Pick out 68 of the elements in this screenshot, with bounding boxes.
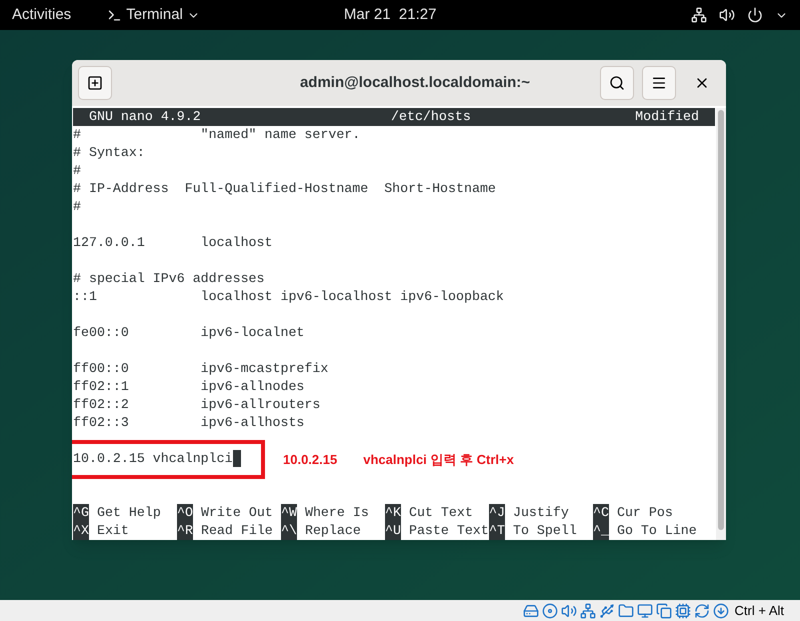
scrollbar[interactable] bbox=[716, 108, 726, 540]
shortcut-label: Exit bbox=[96, 522, 129, 540]
app-menu[interactable]: Terminal bbox=[126, 4, 183, 26]
plus-square-icon bbox=[87, 75, 103, 91]
nano-version: GNU nano 4.9.2 bbox=[89, 108, 202, 126]
annotation-text: vhcalnplci 입력 후 Ctrl+x bbox=[363, 451, 514, 469]
text-line: # special IPv6 addresses bbox=[73, 270, 265, 288]
circular-arrows-icon[interactable] bbox=[694, 602, 710, 618]
shortcut-label: Write Out bbox=[200, 504, 273, 522]
usb-icon[interactable] bbox=[598, 602, 614, 618]
menu-icon bbox=[651, 75, 667, 91]
chip-icon[interactable] bbox=[674, 602, 690, 618]
activities-button[interactable]: Activities bbox=[12, 4, 72, 26]
disc-icon[interactable] bbox=[542, 602, 558, 618]
shortcut-label: Cur Pos bbox=[616, 504, 673, 522]
text-cursor bbox=[232, 450, 241, 467]
folder-icon[interactable] bbox=[618, 602, 634, 618]
new-tab-button[interactable] bbox=[78, 66, 112, 100]
shortcut-key: ^O bbox=[177, 504, 193, 522]
text-line: 10.0.2.15 vhcalnplci bbox=[73, 450, 233, 468]
terminal-icon bbox=[107, 8, 122, 22]
annotation-text: 10.0.2.15 bbox=[283, 451, 338, 469]
text-line: ff00::0 ipv6-mcastprefix bbox=[73, 360, 328, 378]
text-line: ff02::2 ipv6-allrouters bbox=[73, 396, 320, 414]
shortcut-key: ^X bbox=[73, 522, 89, 540]
shortcut-key: ^C bbox=[593, 504, 609, 522]
clock[interactable]: Mar 21 21:27 bbox=[344, 4, 436, 26]
shortcut-label: Go To Line bbox=[616, 522, 697, 540]
shortcut-key: ^U bbox=[385, 522, 401, 540]
menu-button[interactable] bbox=[642, 66, 676, 100]
shortcut-key: ^_ bbox=[593, 522, 609, 540]
shortcut-label: Cut Text bbox=[408, 504, 473, 522]
window-title: admin@localhost.localdomain:~ bbox=[298, 72, 532, 93]
hard-drive-icon[interactable] bbox=[522, 602, 538, 618]
text-line: ff02::3 ipv6-allhosts bbox=[73, 414, 304, 432]
text-line: ff02::1 ipv6-allnodes bbox=[73, 378, 304, 396]
shortcut-label: Replace bbox=[304, 522, 361, 540]
shortcut-key: ^R bbox=[177, 522, 193, 540]
shortcut-label: Where Is bbox=[304, 504, 369, 522]
shortcut-key: ^T bbox=[489, 522, 505, 540]
text-line: # bbox=[73, 198, 81, 216]
shortcut-label: Justify bbox=[512, 504, 569, 522]
text-line: # bbox=[73, 162, 81, 180]
text-line: ::1 localhost ipv6-localhost ipv6-loopback bbox=[73, 288, 504, 306]
network-icon[interactable] bbox=[691, 7, 707, 23]
shortcut-label: Read File bbox=[200, 522, 273, 540]
shortcut-key: ^W bbox=[281, 504, 297, 522]
shortcut-label: Paste Text bbox=[408, 522, 489, 540]
text-line: # Syntax: bbox=[73, 144, 145, 162]
shortcut-key: ^K bbox=[385, 504, 401, 522]
text-line: # "named" name server. bbox=[73, 126, 360, 144]
text-line: 127.0.0.1 localhost bbox=[73, 234, 272, 252]
search-button[interactable] bbox=[600, 66, 634, 100]
search-icon bbox=[609, 75, 625, 91]
text-line: # IP-Address Full-Qualified-Hostname Short-Hostname bbox=[73, 180, 496, 198]
monitor-icon[interactable] bbox=[636, 602, 652, 618]
shortcut-key: ^J bbox=[489, 504, 505, 522]
shortcut-key: ^\ bbox=[281, 522, 297, 540]
volume-icon[interactable] bbox=[719, 7, 735, 23]
speaker-icon[interactable] bbox=[560, 602, 576, 618]
shortcut-label: To Spell bbox=[512, 522, 577, 540]
file-name: /etc/hosts bbox=[391, 108, 471, 126]
shortcut-key: ^G bbox=[73, 504, 89, 522]
shortcut-label: Get Help bbox=[96, 504, 161, 522]
text-line: fe00::0 ipv6-localnet bbox=[73, 324, 304, 342]
power-icon[interactable] bbox=[747, 7, 763, 23]
modified-status: Modified bbox=[635, 108, 699, 126]
host-key: Ctrl + Alt bbox=[734, 600, 784, 620]
